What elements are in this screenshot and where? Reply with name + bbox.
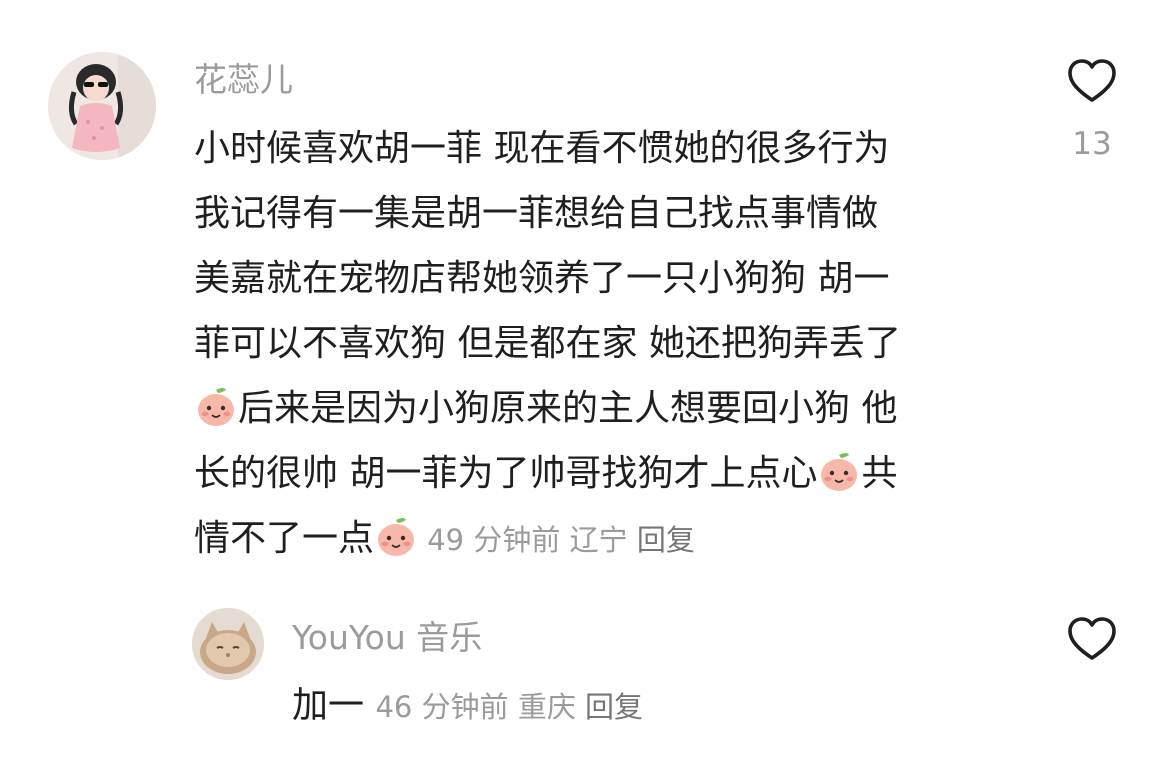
reply-user-avatar[interactable] — [192, 608, 264, 680]
comment-line-text: 情不了一点 — [194, 518, 375, 559]
reply-button[interactable]: 回复 — [637, 523, 695, 557]
reply-location: 重庆 — [517, 690, 576, 724]
comment-location: 辽宁 — [569, 523, 628, 557]
like-count: 13 — [1072, 126, 1112, 162]
reply-text-row: 加一 46 分钟前 重庆 回复 — [292, 678, 643, 735]
reply-username[interactable]: YouYou 音乐 — [292, 618, 482, 658]
peach-face-emoji-icon — [817, 449, 861, 493]
username[interactable]: 花蕊儿 — [194, 60, 293, 100]
comment-line: 小时候喜欢胡一菲 现在看不惯她的很多行为 — [194, 128, 890, 169]
comment-line: 后来是因为小狗原来的主人想要回小狗 他 — [194, 376, 1024, 441]
comment-line: 菲可以不喜欢狗 但是都在家 她还把狗弄丢了 — [194, 323, 901, 364]
comment-text: 小时候喜欢胡一菲 现在看不惯她的很多行为 我记得有一集是胡一菲想给自己找点事情做… — [194, 116, 1024, 573]
reply-time: 46 分钟前 — [375, 690, 509, 724]
comment-line: 我记得有一集是胡一菲想给自己找点事情做 — [194, 193, 879, 234]
comment-meta: 49 分钟前 辽宁 回复 — [418, 523, 695, 557]
comment-line-text: 共 — [861, 453, 898, 494]
avatar-girl-icon — [48, 52, 156, 160]
comment-time: 49 分钟前 — [427, 523, 561, 557]
heart-icon — [1068, 617, 1116, 660]
comment-line: 长的很帅 胡一菲为了帅哥找狗才上点心 共 — [194, 441, 1024, 506]
user-avatar[interactable] — [48, 52, 156, 160]
comment-line-text: 长的很帅 胡一菲为了帅哥找狗才上点心 — [194, 453, 818, 494]
comment-line: 情不了一点 49 分钟前 辽宁 回复 — [194, 506, 1024, 573]
comment-line: 美嘉就在宠物店帮她领养了一只小狗狗 胡一 — [194, 258, 890, 299]
comment-line-text: 后来是因为小狗原来的主人想要回小狗 他 — [238, 388, 898, 429]
reply-reply-button[interactable]: 回复 — [585, 690, 643, 724]
reply-meta: 46 分钟前 重庆 回复 — [375, 690, 643, 724]
heart-icon — [1068, 59, 1116, 102]
reply-like-button[interactable] — [1064, 612, 1120, 668]
peach-face-emoji-icon — [194, 384, 238, 428]
reply-text: 加一 — [292, 685, 365, 726]
avatar-cat-icon — [192, 608, 264, 680]
like-button[interactable] — [1064, 54, 1120, 110]
peach-face-emoji-icon — [374, 514, 418, 558]
